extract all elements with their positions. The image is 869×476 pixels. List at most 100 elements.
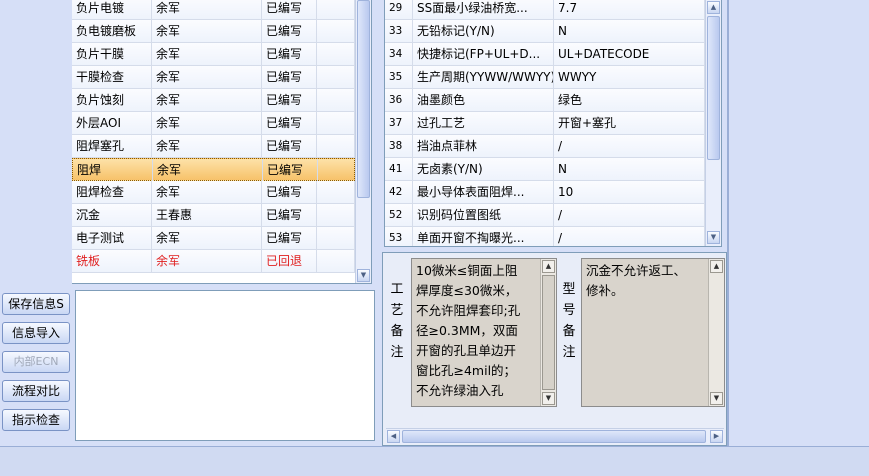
spec-row[interactable]: 29 SS面最小绿油桥宽... 7.7 [385, 0, 705, 20]
spec-grid-scrollbar[interactable]: ▲ ▼ [705, 0, 721, 246]
process-name: 干膜检查 [72, 66, 152, 88]
remarks-horizontal-scrollbar[interactable]: ◀ ▶ [386, 428, 724, 444]
spec-row[interactable]: 41 无卤素(Y/N) N [385, 158, 705, 181]
process-remark-scrollbar[interactable]: ▲ ▼ [540, 259, 556, 406]
operator-name: 余军 [152, 135, 262, 157]
spec-value: 开窗+塞孔 [554, 112, 705, 134]
process-row[interactable]: 负片电镀 余军 已编写 [72, 0, 355, 20]
process-grid-scroll-thumb[interactable] [357, 0, 370, 198]
scroll-down-icon[interactable]: ▼ [542, 392, 555, 405]
panel-divider[interactable] [727, 0, 729, 446]
spec-row[interactable]: 42 最小导体表面阻焊... 10 [385, 181, 705, 204]
scroll-down-icon[interactable]: ▼ [357, 269, 370, 282]
spec-number: 34 [385, 43, 413, 65]
save-info-button[interactable]: 保存信息S [2, 293, 70, 315]
label-char: 注 [562, 345, 576, 360]
remarks-panel: 工 艺 备 注 10微米≤铜面上阻 焊厚度≤30微米， 不允许阻焊套印;孔 径≥0.3… [382, 252, 727, 446]
process-row[interactable]: 电子测试 余军 已编写 [72, 227, 355, 250]
scroll-up-icon[interactable]: ▲ [542, 260, 555, 273]
label-char: 艺 [390, 303, 404, 318]
process-remark-text: 10微米≤铜面上阻 焊厚度≤30微米， 不允许阻焊套印;孔 径≥0.3MM，双面 开窗的… [416, 261, 538, 401]
spec-number: 41 [385, 158, 413, 180]
operator-name: 余军 [152, 66, 262, 88]
spec-row[interactable]: 36 油墨颜色 绿色 [385, 89, 705, 112]
memo-line: 窗比孔≥4mil的； [416, 363, 517, 378]
process-name: 阻焊塞孔 [72, 135, 152, 157]
spec-name: SS面最小绿油桥宽... [413, 0, 554, 19]
spec-row[interactable]: 35 生产周期(YYWW/WWYY) WWYY [385, 66, 705, 89]
process-row[interactable]: 阻焊塞孔 余军 已编写 [72, 135, 355, 158]
memo-line: 开窗的孔且单边开 [416, 343, 517, 358]
scroll-down-icon[interactable]: ▼ [707, 231, 720, 244]
process-row[interactable]: 负片蚀刻 余军 已编写 [72, 89, 355, 112]
status-text: 已编写 [262, 181, 317, 203]
model-remark-scrollbar[interactable]: ▲ ▼ [708, 259, 724, 406]
process-row[interactable]: 阻焊 余军 已编写 [72, 158, 356, 181]
extra-cell [317, 0, 355, 19]
status-text: 已编写 [262, 227, 317, 249]
spec-number: 35 [385, 66, 413, 88]
spec-number: 53 [385, 227, 413, 246]
spec-number: 38 [385, 135, 413, 157]
spec-value: 绿色 [554, 89, 705, 111]
spec-value: UL+DATECODE [554, 43, 705, 65]
extra-cell [317, 43, 355, 65]
extra-cell [317, 181, 355, 203]
spec-grid-scroll-thumb[interactable] [707, 16, 720, 160]
process-row[interactable]: 铣板 余军 已回退 [72, 250, 355, 273]
operator-name: 余军 [152, 0, 262, 19]
flow-compare-button[interactable]: 流程对比 [2, 380, 70, 402]
spec-name: 快捷标记(FP+UL+D... [413, 43, 554, 65]
process-row[interactable]: 干膜检查 余军 已编写 [72, 66, 355, 89]
extra-cell [318, 159, 356, 181]
spec-value: / [554, 227, 705, 246]
spec-value: / [554, 204, 705, 226]
spec-name: 最小导体表面阻焊... [413, 181, 554, 203]
process-grid-scrollbar[interactable]: ▼ [355, 0, 371, 283]
spec-row[interactable]: 37 过孔工艺 开窗+塞孔 [385, 112, 705, 135]
spec-number: 37 [385, 112, 413, 134]
spec-row[interactable]: 34 快捷标记(FP+UL+D... UL+DATECODE [385, 43, 705, 66]
scroll-up-icon[interactable]: ▲ [707, 1, 720, 14]
spec-name: 过孔工艺 [413, 112, 554, 134]
scroll-right-icon[interactable]: ▶ [710, 430, 723, 443]
status-text: 已编写 [262, 204, 317, 226]
extra-cell [317, 66, 355, 88]
spec-row[interactable]: 38 挡油点菲林 / [385, 135, 705, 158]
process-row[interactable]: 沉金 王春惠 已编写 [72, 204, 355, 227]
spec-value: 10 [554, 181, 705, 203]
process-row[interactable]: 外层AOI 余军 已编写 [72, 112, 355, 135]
scroll-up-icon[interactable]: ▲ [710, 260, 723, 273]
process-name: 外层AOI [72, 112, 152, 134]
process-row[interactable]: 负片干膜 余军 已编写 [72, 43, 355, 66]
scroll-thumb[interactable] [542, 275, 555, 390]
status-text: 已编写 [262, 66, 317, 88]
spec-row[interactable]: 52 识别码位置图纸 / [385, 204, 705, 227]
spec-row[interactable]: 53 单面开窗不掏曝光... / [385, 227, 705, 246]
spec-row[interactable]: 33 无铅标记(Y/N) N [385, 20, 705, 43]
spec-value: N [554, 20, 705, 42]
notes-textarea[interactable] [75, 290, 375, 441]
status-text: 已编写 [262, 135, 317, 157]
info-import-button[interactable]: 信息导入 [2, 322, 70, 344]
spec-name: 识别码位置图纸 [413, 204, 554, 226]
model-remark-memo[interactable]: 沉金不允许返工、 修补。 ▲ ▼ [581, 258, 725, 407]
operator-name: 余军 [152, 112, 262, 134]
memo-line: 沉金不允许返工、 [586, 263, 687, 278]
horizontal-scroll-thumb[interactable] [402, 430, 706, 443]
status-text: 已编写 [262, 89, 317, 111]
extra-cell [317, 250, 355, 272]
memo-line: 修补。 [586, 283, 624, 298]
internal-ecn-button[interactable]: 内部ECN [2, 351, 70, 373]
process-row[interactable]: 阻焊检查 余军 已编写 [72, 181, 355, 204]
label-char: 型 [562, 282, 576, 297]
instruction-check-button[interactable]: 指示检查 [2, 409, 70, 431]
scroll-down-icon[interactable]: ▼ [710, 392, 723, 405]
scroll-left-icon[interactable]: ◀ [387, 430, 400, 443]
label-char: 备 [562, 324, 576, 339]
process-row[interactable]: 负电镀磨板 余军 已编写 [72, 20, 355, 43]
spec-value: WWYY [554, 66, 705, 88]
status-text: 已编写 [262, 112, 317, 134]
process-remark-memo[interactable]: 10微米≤铜面上阻 焊厚度≤30微米， 不允许阻焊套印;孔 径≥0.3MM，双面 开窗的… [411, 258, 557, 407]
process-name: 负片干膜 [72, 43, 152, 65]
